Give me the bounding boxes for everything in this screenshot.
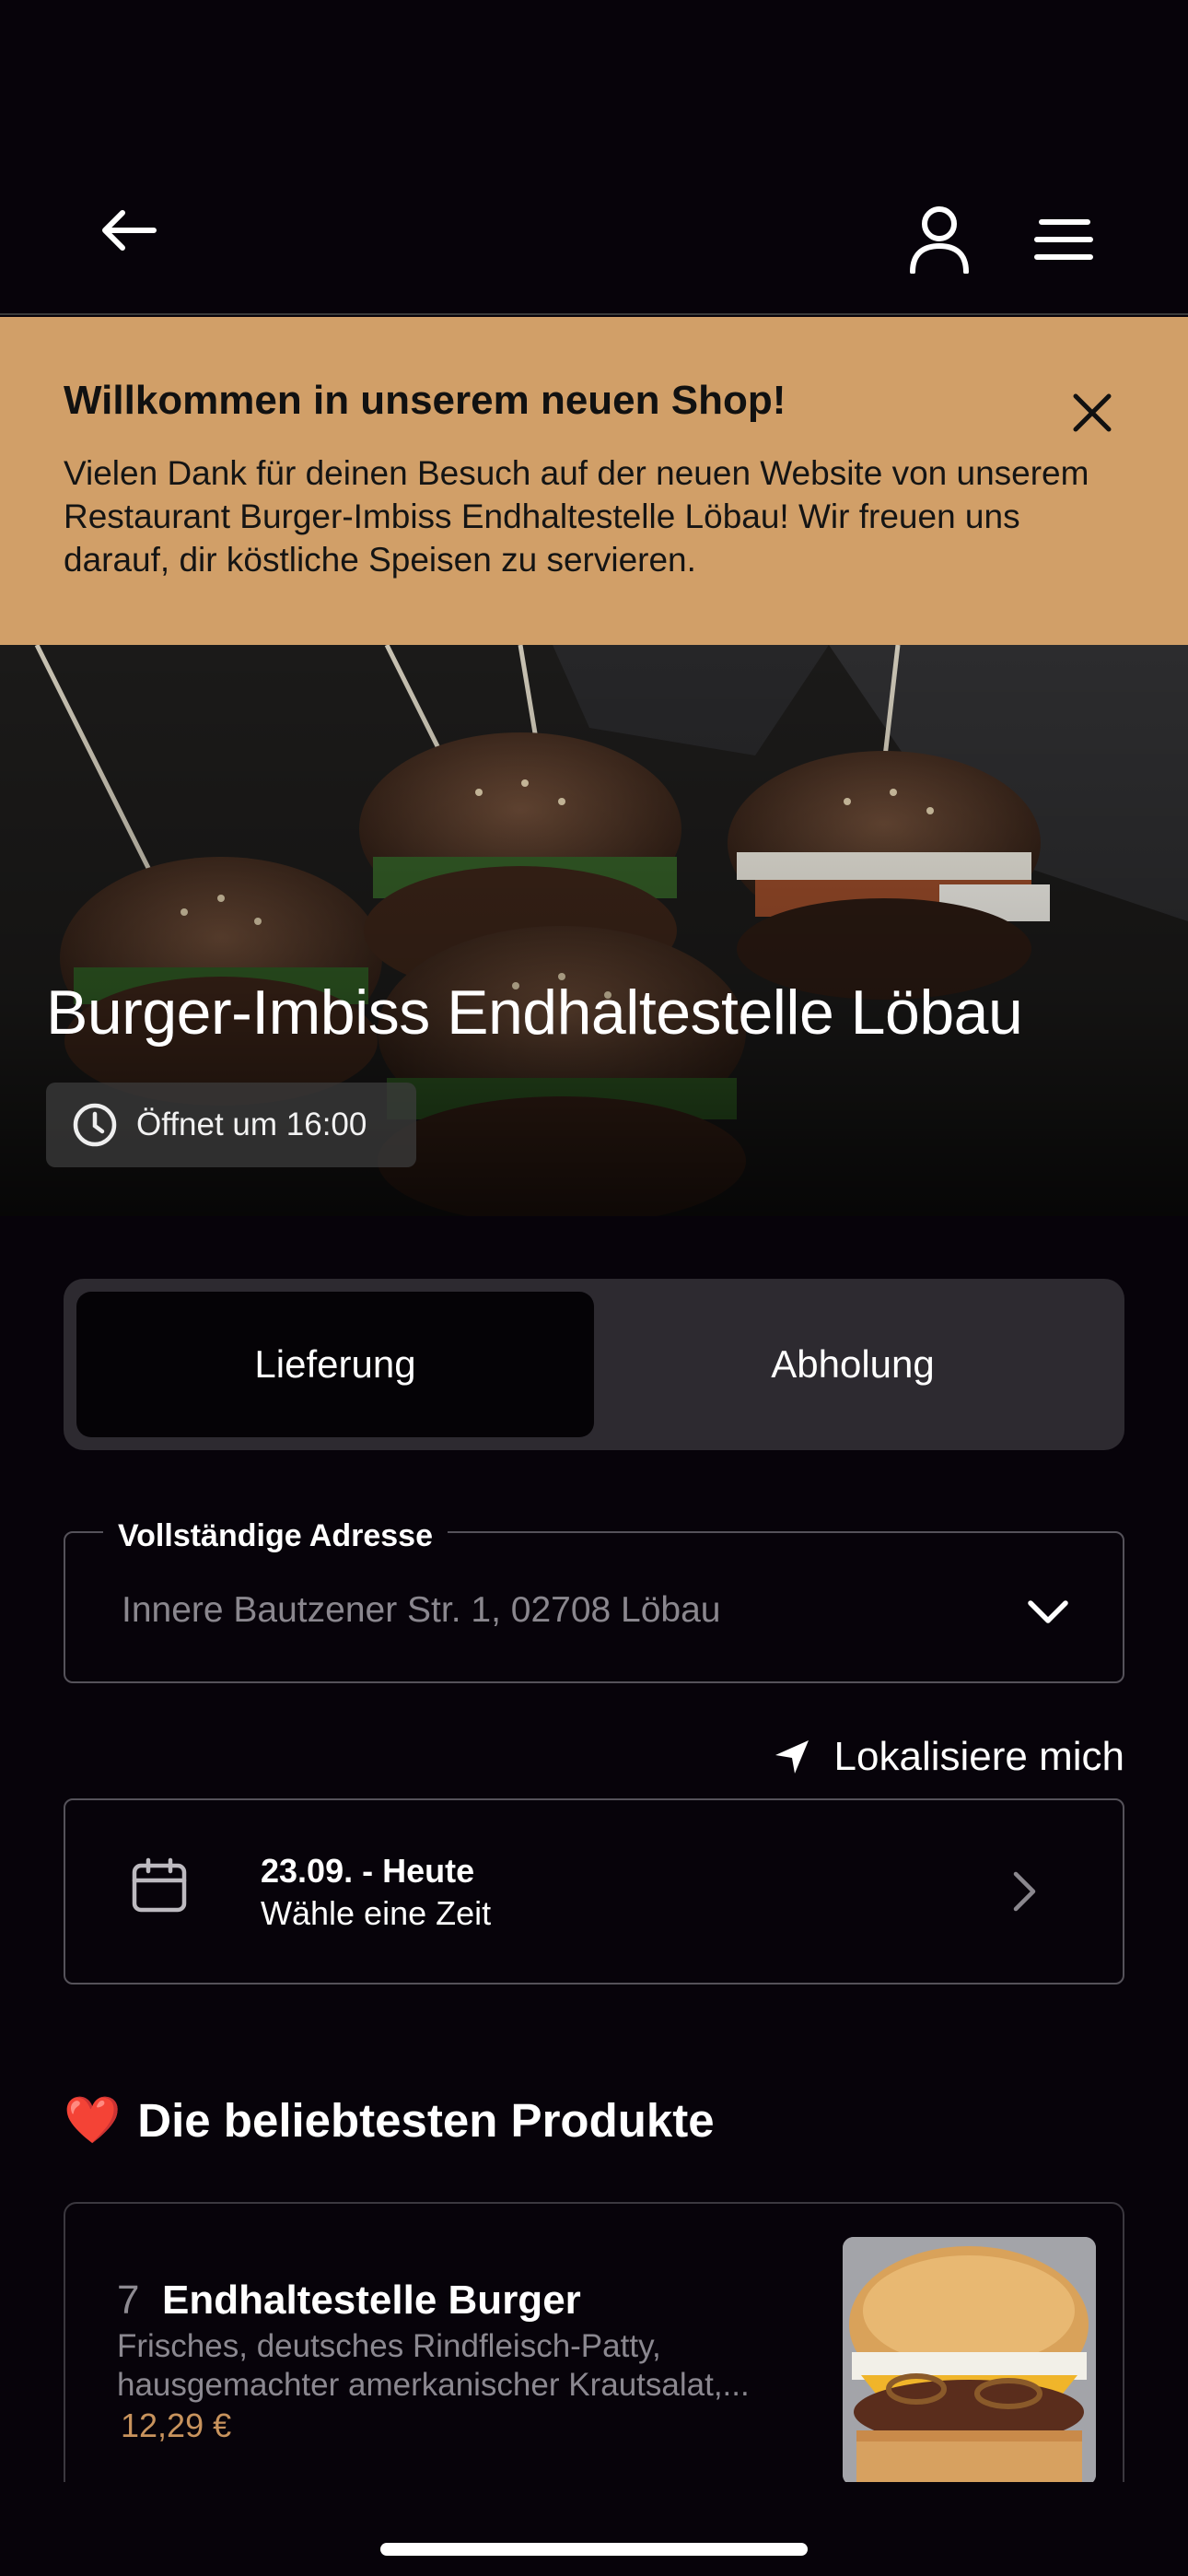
chevron-right-icon [1013, 1871, 1036, 1912]
locate-me-label: Lokalisiere mich [833, 1734, 1124, 1779]
restaurant-name: Burger-Imbiss Endhaltestelle Löbau [46, 978, 1023, 1048]
account-button[interactable] [903, 203, 976, 276]
address-value[interactable]: Innere Bautzener Str. 1, 02708 Löbau [122, 1590, 721, 1631]
product-price: 12,29 € [121, 2406, 232, 2444]
locate-me-button[interactable]: Lokalisiere mich [755, 1727, 1124, 1787]
back-button[interactable] [92, 198, 166, 263]
popular-section-title: ❤️ Die beliebtesten Produkte [64, 2093, 715, 2148]
calendar-icon-wrap [127, 1854, 192, 1918]
heart-icon: ❤️ [64, 2094, 122, 2146]
top-app-bar [0, 0, 1188, 315]
schedule-date: 23.09. - Heute [261, 1852, 475, 1890]
address-label: Vollständige Adresse [103, 1518, 448, 1554]
schedule-subtitle: Wähle eine Zeit [261, 1894, 492, 1932]
address-dropdown-toggle[interactable] [1020, 1585, 1076, 1640]
menu-button[interactable] [1027, 207, 1101, 272]
opening-status-text: Öffnet um 16:00 [136, 1107, 367, 1142]
arrow-left-icon [102, 210, 157, 251]
popular-title-text: Die beliebtesten Produkte [137, 2094, 715, 2147]
banner-close-button[interactable] [1066, 387, 1118, 439]
close-icon [1073, 393, 1112, 432]
opening-status-badge: Öffnet um 16:00 [46, 1083, 416, 1167]
home-indicator [380, 2543, 808, 2556]
hamburger-menu-icon [1034, 219, 1093, 260]
bottom-safe-area [0, 2482, 1188, 2576]
banner-title: Willkommen in unserem neuen Shop! [64, 378, 786, 423]
time-picker-button[interactable] [64, 1798, 1124, 1985]
product-image[interactable] [843, 2237, 1096, 2486]
product-name: Endhaltestelle Burger [162, 2277, 581, 2323]
tab-abholung[interactable]: Abholung [594, 1292, 1112, 1437]
calendar-icon [132, 1857, 187, 1913]
chevron-down-icon [1028, 1600, 1068, 1623]
clock-icon [73, 1103, 117, 1147]
product-number: 7 [117, 2277, 140, 2323]
user-icon [910, 206, 969, 274]
product-description: Frisches, deutsches Rindfleisch-Patty, h… [117, 2328, 750, 2403]
banner-text: Vielen Dank für deinen Besuch auf der ne… [64, 454, 1089, 579]
time-picker-chevron [1002, 1868, 1048, 1914]
burger-photo [843, 2237, 1096, 2486]
tab-lieferung[interactable]: Lieferung [76, 1292, 594, 1437]
location-arrow-icon [775, 1740, 809, 1774]
